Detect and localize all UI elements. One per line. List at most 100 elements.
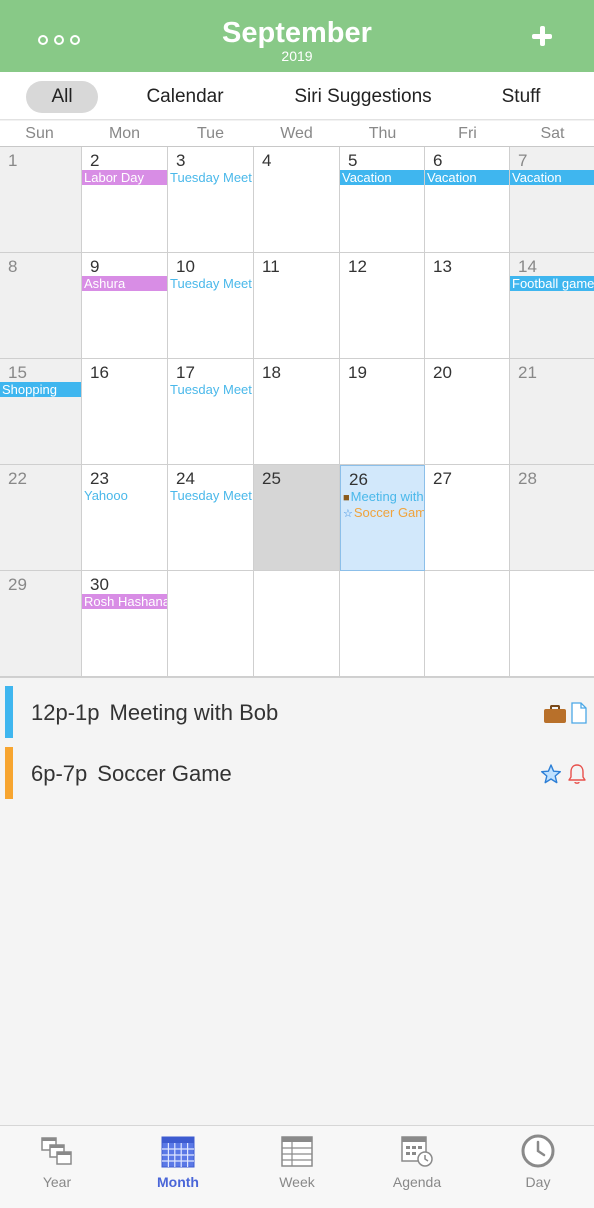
day-cell[interactable]: 17 Tuesday Meet: [168, 359, 254, 465]
event-vacation[interactable]: Vacation: [510, 170, 594, 185]
tab-week[interactable]: Week: [252, 1134, 342, 1190]
weekday-sun: Sun: [25, 125, 54, 142]
event-label: Soccer Game: [353, 505, 424, 520]
month-title[interactable]: September: [0, 17, 594, 50]
week-calendar-icon: [281, 1136, 313, 1167]
event-tuesday-meet[interactable]: Tuesday Meet: [168, 488, 253, 503]
star-icon: ☆: [343, 508, 353, 520]
event-meeting-with-bob[interactable]: ■Meeting with Bob: [341, 489, 424, 504]
tab-month[interactable]: Month: [133, 1134, 223, 1190]
weekday-thu: Thu: [368, 125, 397, 142]
day-cell[interactable]: 29: [0, 571, 82, 677]
bell-icon: [568, 764, 586, 784]
agenda-item[interactable]: 6p-7p Soccer Game: [0, 743, 594, 799]
event-tuesday-meet[interactable]: Tuesday Meet: [168, 382, 253, 397]
day-cell[interactable]: 16: [82, 359, 168, 465]
day-cell[interactable]: 5 Vacation: [340, 147, 425, 253]
event-rosh-hashana[interactable]: Rosh Hashana: [82, 594, 167, 609]
day-cell[interactable]: 10 Tuesday Meet: [168, 253, 254, 359]
weekday-fri: Fri: [458, 125, 477, 142]
agenda-title: Soccer Game: [97, 761, 232, 786]
day-cell[interactable]: 24 Tuesday Meet: [168, 465, 254, 571]
day-cell[interactable]: 20: [425, 359, 510, 465]
event-labor-day[interactable]: Labor Day: [82, 170, 167, 185]
day-cell[interactable]: 19: [340, 359, 425, 465]
day-number: 19: [348, 363, 367, 382]
day-number: 28: [518, 469, 537, 488]
day-number: 4: [262, 151, 272, 170]
day-number: 5: [348, 151, 358, 170]
event-yahooo[interactable]: Yahooo: [82, 488, 167, 503]
day-cell[interactable]: 2 Labor Day: [82, 147, 168, 253]
day-number: 26: [349, 470, 368, 489]
filter-stuff[interactable]: Stuff: [490, 81, 552, 113]
filter-all[interactable]: All: [26, 81, 98, 113]
day-number: 14: [518, 257, 537, 276]
event-shopping[interactable]: Shopping: [0, 382, 81, 397]
weekday-header: Sun Mon Tue Wed Thu Fri Sat: [0, 121, 594, 147]
event-soccer-game[interactable]: ☆Soccer Game: [341, 505, 424, 520]
event-vacation[interactable]: Vacation: [340, 170, 424, 185]
agenda-icons: [544, 702, 588, 726]
day-cell[interactable]: 21: [510, 359, 594, 465]
day-cell[interactable]: 4: [254, 147, 340, 253]
day-cell[interactable]: 6 Vacation: [425, 147, 510, 253]
day-number: 18: [262, 363, 281, 382]
day-cell[interactable]: 7 Vacation: [510, 147, 594, 253]
day-cell[interactable]: 12: [340, 253, 425, 359]
day-cell[interactable]: 18: [254, 359, 340, 465]
day-cell-selected[interactable]: 26 ■Meeting with Bob ☆Soccer Game: [340, 465, 425, 571]
day-cell[interactable]: [510, 571, 594, 677]
header-bar: September 2019: [0, 0, 594, 72]
tab-label: Day: [525, 1174, 551, 1190]
day-cell[interactable]: 27: [425, 465, 510, 571]
agenda-item-text: 6p-7p Soccer Game: [31, 761, 232, 787]
event-vacation[interactable]: Vacation: [425, 170, 509, 185]
event-tuesday-meet[interactable]: Tuesday Meet: [168, 276, 253, 291]
event-football-game[interactable]: Football game: [510, 276, 594, 291]
day-number: 12: [348, 257, 367, 276]
day-number: 1: [8, 151, 18, 170]
day-number: 17: [176, 363, 195, 382]
day-number: 11: [262, 257, 280, 276]
day-cell[interactable]: [168, 571, 254, 677]
tab-day[interactable]: Day: [493, 1134, 583, 1190]
day-cell[interactable]: [425, 571, 510, 677]
tab-agenda[interactable]: Agenda: [372, 1134, 462, 1190]
filter-calendar[interactable]: Calendar: [136, 81, 234, 113]
day-cell[interactable]: 14 Football game: [510, 253, 594, 359]
tab-year[interactable]: Year: [12, 1134, 102, 1190]
clock-icon: [521, 1134, 555, 1168]
day-cell[interactable]: 22: [0, 465, 82, 571]
agenda-time: 12p-1p: [31, 700, 100, 725]
day-cell[interactable]: 8: [0, 253, 82, 359]
event-ashura[interactable]: Ashura: [82, 276, 167, 291]
day-cell[interactable]: 30 Rosh Hashana: [82, 571, 168, 677]
agenda-icons: [540, 763, 588, 787]
bottom-tab-bar: Year Month Week Agenda Day: [0, 1125, 594, 1208]
day-cell[interactable]: 13: [425, 253, 510, 359]
day-cell[interactable]: 23 Yahooo: [82, 465, 168, 571]
calendar-app: September 2019 All Calendar Siri Suggest…: [0, 0, 594, 1208]
day-number: 3: [176, 151, 186, 170]
day-number: 24: [176, 469, 195, 488]
event-color-bar: [5, 686, 13, 738]
day-cell[interactable]: 11: [254, 253, 340, 359]
filter-siri-suggestions[interactable]: Siri Suggestions: [283, 81, 443, 113]
agenda-item[interactable]: 12p-1p Meeting with Bob: [0, 682, 594, 738]
day-number: 22: [8, 469, 27, 488]
event-tuesday-meet[interactable]: Tuesday Meet: [168, 170, 253, 185]
day-cell[interactable]: 1: [0, 147, 82, 253]
day-cell[interactable]: 9 Ashura: [82, 253, 168, 359]
day-cell-today[interactable]: 25: [254, 465, 340, 571]
agenda-time: 6p-7p: [31, 761, 88, 786]
day-cell[interactable]: 3 Tuesday Meet: [168, 147, 254, 253]
day-cell[interactable]: 28: [510, 465, 594, 571]
briefcase-icon: ■: [343, 492, 350, 504]
day-cell[interactable]: [254, 571, 340, 677]
day-cell[interactable]: 15 Shopping: [0, 359, 82, 465]
weekday-mon: Mon: [108, 125, 141, 142]
plus-icon[interactable]: [528, 22, 556, 50]
day-number: 13: [433, 257, 452, 276]
day-cell[interactable]: [340, 571, 425, 677]
